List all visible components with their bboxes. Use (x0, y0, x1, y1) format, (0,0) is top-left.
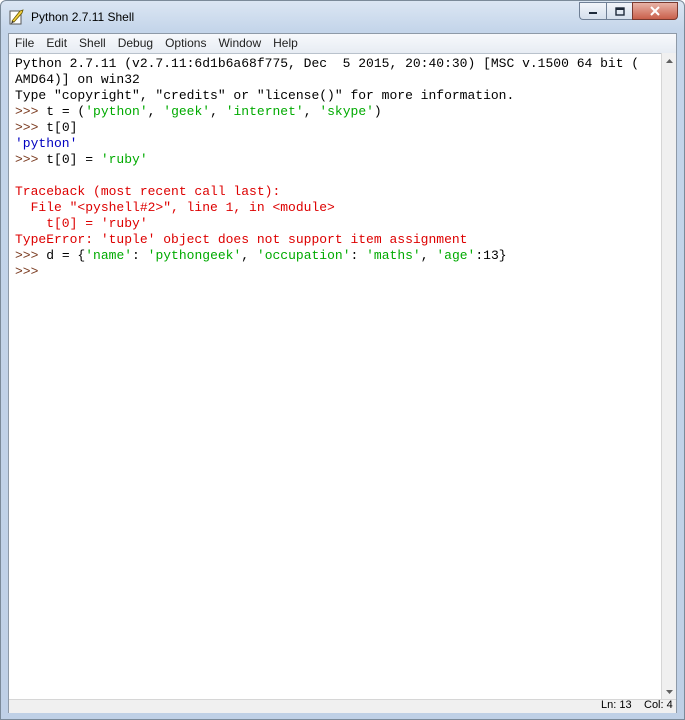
shell-text-segment: 'internet' (225, 104, 304, 119)
shell-line: Python 2.7.11 (v2.7.11:6d1b6a68f775, Dec… (15, 56, 661, 72)
shell-text-segment: Python 2.7.11 (v2.7.11:6d1b6a68f775, Dec… (15, 56, 640, 71)
shell-text-segment: , (420, 248, 437, 263)
shell-text-segment: TypeError: 'tuple' object does not suppo… (15, 232, 468, 247)
shell-text-segment: : (350, 248, 367, 263)
shell-text-segment: 'geek' (163, 104, 211, 119)
menu-bar: File Edit Shell Debug Options Window Hel… (9, 34, 676, 53)
close-button[interactable] (632, 2, 678, 20)
shell-prompt: >>> (15, 104, 47, 119)
shell-text-segment: 'age' (436, 248, 476, 263)
shell-prompt: >>> (15, 120, 47, 135)
shell-text-segment: , (303, 104, 320, 119)
shell-text-segment: File "<pyshell#2>", line 1, in <module> (15, 200, 335, 215)
shell-text-segment: Traceback (most recent call last): (15, 184, 281, 199)
menu-file[interactable]: File (9, 34, 40, 53)
shell-text-segment: 'maths' (366, 248, 421, 263)
shell-line: t[0] = 'ruby' (15, 216, 661, 232)
close-icon (650, 6, 660, 16)
shell-line: 'python' (15, 136, 661, 152)
minimize-icon (589, 12, 597, 14)
window-client-area: File Edit Shell Debug Options Window Hel… (8, 33, 677, 713)
caption-buttons (579, 2, 678, 22)
shell-line: >>> t[0] (15, 120, 661, 136)
shell-text-segment: 'python' (85, 104, 148, 119)
shell-text-segment: t[0] (46, 120, 78, 135)
python-feather-icon (9, 9, 24, 25)
shell-line: Traceback (most recent call last): (15, 184, 661, 200)
shell-text-segment: t[0] = (46, 152, 101, 167)
shell-text-segment: , (147, 104, 164, 119)
status-bar: Ln: 13 Col: 4 (9, 699, 676, 713)
scroll-up-arrow-icon (665, 58, 673, 63)
maximize-icon (614, 6, 625, 16)
shell-line: >>> t[0] = 'ruby' (15, 152, 661, 168)
shell-text-segment: ) (373, 104, 382, 119)
shell-text-segment: t[0] = 'ruby' (15, 216, 148, 231)
menu-edit[interactable]: Edit (40, 34, 73, 53)
shell-text-segment: 'python' (15, 136, 78, 151)
shell-text-segment: 'occupation' (256, 248, 351, 263)
shell-text-segment: : (132, 248, 148, 263)
shell-text-area[interactable]: Python 2.7.11 (v2.7.11:6d1b6a68f775, Dec… (9, 53, 661, 699)
menu-shell[interactable]: Shell (73, 34, 112, 53)
vertical-scrollbar[interactable] (661, 53, 676, 699)
line-number-indicator: Ln: 13 (601, 699, 632, 711)
window-title: Python 2.7.11 Shell (31, 10, 135, 24)
shell-output[interactable]: Python 2.7.11 (v2.7.11:6d1b6a68f775, Dec… (9, 54, 661, 280)
shell-text-segment: Type "copyright", "credits" or "license(… (15, 88, 515, 103)
shell-line: >>> (15, 264, 661, 280)
menu-window[interactable]: Window (212, 34, 267, 53)
menu-help[interactable]: Help (267, 34, 304, 53)
shell-text-segment: d = { (46, 248, 86, 263)
shell-text-segment: , (210, 104, 226, 119)
idle-shell-window: Python 2.7.11 Shell File Edit Shell Debu… (0, 0, 685, 720)
shell-text-segment: , (241, 248, 257, 263)
shell-text-segment: 'name' (85, 248, 133, 263)
shell-text-segment: 'pythongeek' (147, 248, 242, 263)
shell-prompt: >>> (15, 264, 47, 279)
maximize-button[interactable] (606, 2, 632, 20)
shell-prompt: >>> (15, 248, 47, 263)
scroll-down-arrow-icon (665, 689, 673, 694)
minimize-button[interactable] (579, 2, 606, 20)
shell-text-segment: AMD64)] on win32 (15, 72, 140, 87)
shell-line: >>> t = ('python', 'geek', 'internet', '… (15, 104, 661, 120)
shell-prompt: >>> (15, 152, 47, 167)
shell-line: TypeError: 'tuple' object does not suppo… (15, 232, 661, 248)
shell-text-segment: 'ruby' (100, 152, 148, 167)
menu-debug[interactable]: Debug (112, 34, 159, 53)
column-number-indicator: Col: 4 (644, 699, 673, 711)
shell-text-segment: t = ( (46, 104, 86, 119)
shell-line: File "<pyshell#2>", line 1, in <module> (15, 200, 661, 216)
shell-line: >>> d = {'name': 'pythongeek', 'occupati… (15, 248, 661, 264)
shell-text-segment: 'skype' (319, 104, 374, 119)
shell-line: Type "copyright", "credits" or "license(… (15, 88, 661, 104)
menu-options[interactable]: Options (159, 34, 212, 53)
shell-text-segment: :13} (475, 248, 507, 263)
shell-line: AMD64)] on win32 (15, 72, 661, 88)
scroll-down-button[interactable] (662, 684, 676, 699)
title-bar[interactable]: Python 2.7.11 Shell (1, 1, 684, 33)
scroll-up-button[interactable] (662, 53, 676, 68)
